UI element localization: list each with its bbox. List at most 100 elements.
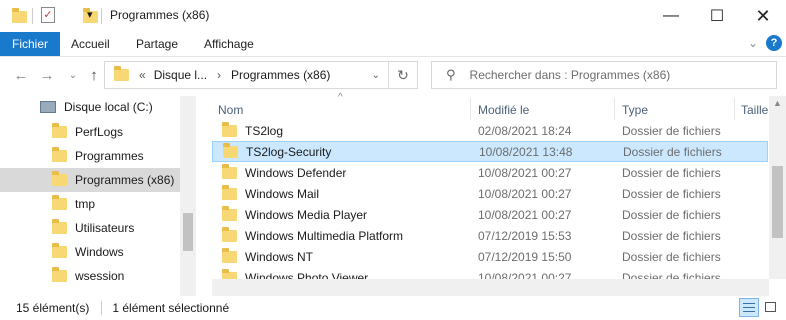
folder-icon: [114, 66, 129, 81]
file-type: Dossier de fichiers: [622, 270, 721, 280]
help-icon[interactable]: ?: [766, 35, 782, 51]
tree-item-tmp[interactable]: tmp: [0, 192, 180, 216]
tree-item-windows[interactable]: Windows: [0, 240, 180, 264]
tree-item-label: Programmes (x86): [75, 173, 175, 187]
folder-icon: [222, 226, 237, 242]
tree-item-programmes[interactable]: Programmes: [0, 144, 180, 168]
tree-scrollbar-thumb[interactable]: [183, 213, 193, 251]
column-separator[interactable]: [734, 98, 735, 120]
search-icon: ⚲: [446, 67, 456, 82]
drive-icon: [40, 101, 56, 113]
file-modified: 10/08/2021 13:48: [479, 144, 573, 159]
file-row[interactable]: TS2log 02/08/2021 18:24 Dossier de fichi…: [212, 120, 768, 141]
folder-icon: [222, 247, 237, 263]
file-modified: 07/12/2019 15:53: [478, 228, 572, 243]
tree-root-disk[interactable]: Disque local (C:): [40, 100, 153, 114]
column-header-name[interactable]: Nom: [218, 100, 243, 120]
divider: [32, 8, 33, 24]
folder-icon: [222, 268, 237, 279]
folder-icon: [223, 142, 238, 158]
folder-icon: [222, 121, 237, 137]
close-button[interactable]: ✕: [740, 0, 786, 32]
maximize-button[interactable]: ☐: [694, 0, 740, 32]
file-name: Windows Photo Viewer: [245, 270, 369, 280]
properties-icon[interactable]: ✓: [41, 7, 55, 23]
file-modified: 10/08/2021 00:27: [478, 186, 572, 201]
search-input[interactable]: ⚲ Rechercher dans : Programmes (x86): [431, 61, 777, 89]
recent-locations-icon[interactable]: ⌄: [62, 64, 84, 86]
forward-arrow-icon[interactable]: →: [36, 64, 58, 86]
file-list-scrollbar[interactable]: ▲: [769, 96, 786, 279]
file-list-scrollbar-thumb[interactable]: [772, 166, 783, 238]
file-row[interactable]: Windows Multimedia Platform 07/12/2019 1…: [212, 225, 768, 246]
tab-home[interactable]: Accueil: [59, 32, 122, 56]
back-arrow-icon[interactable]: ←: [10, 64, 32, 86]
column-header-size[interactable]: Taille: [741, 100, 768, 120]
tree-item-programmes-x86[interactable]: Programmes (x86): [0, 168, 180, 192]
up-arrow-icon[interactable]: ↑: [83, 64, 105, 86]
selection-count: 1 élément sélectionné: [112, 301, 230, 315]
file-row[interactable]: Windows NT 07/12/2019 15:50 Dossier de f…: [212, 246, 768, 267]
file-row[interactable]: Windows Defender 10/08/2021 00:27 Dossie…: [212, 162, 768, 183]
large-icons-view-icon[interactable]: [763, 300, 779, 315]
file-name: Windows Multimedia Platform: [245, 228, 404, 243]
file-modified: 02/08/2021 18:24: [478, 123, 572, 138]
minimize-button[interactable]: —: [648, 0, 694, 32]
breadcrumb-current[interactable]: Programmes (x86): [231, 68, 330, 82]
search-placeholder: Rechercher dans : Programmes (x86): [469, 68, 671, 82]
tab-view[interactable]: Affichage: [192, 32, 266, 56]
file-name: Windows Mail: [245, 186, 320, 201]
folder-icon: [52, 243, 67, 258]
tree-item-perflogs[interactable]: PerfLogs: [0, 120, 180, 144]
tab-file[interactable]: Fichier: [0, 32, 61, 56]
expand-ribbon-icon[interactable]: ⌄: [748, 36, 758, 50]
file-type: Dossier de fichiers: [623, 144, 722, 159]
tree-item-label: Programmes: [75, 149, 144, 163]
tree-root-label: Disque local (C:): [64, 100, 153, 114]
folder-icon: [12, 8, 27, 23]
folder-icon: [222, 163, 237, 179]
file-name: Windows Defender: [245, 165, 347, 180]
item-count: 15 élément(s): [16, 301, 90, 315]
file-modified: 10/08/2021 00:27: [478, 165, 572, 180]
column-separator[interactable]: [614, 98, 615, 120]
horizontal-scrollbar[interactable]: [212, 279, 769, 296]
file-modified: 10/08/2021 00:27: [478, 207, 572, 222]
file-type: Dossier de fichiers: [622, 165, 721, 180]
file-row-selected[interactable]: TS2log-Security 10/08/2021 13:48 Dossier…: [212, 141, 768, 162]
sort-ascending-icon: ^: [338, 92, 343, 103]
file-row[interactable]: Windows Photo Viewer 10/08/2021 00:27 Do…: [212, 267, 768, 279]
tree-scrollbar[interactable]: [180, 96, 196, 296]
refresh-icon[interactable]: ↻: [389, 67, 417, 84]
breadcrumb-disk[interactable]: Disque l...: [154, 68, 207, 82]
divider: [101, 301, 103, 315]
column-separator[interactable]: [470, 98, 471, 120]
tab-share[interactable]: Partage: [124, 32, 190, 56]
folder-icon: [222, 184, 237, 200]
column-header-type[interactable]: Type: [622, 100, 648, 120]
details-view-icon[interactable]: [739, 298, 759, 317]
file-row[interactable]: Windows Media Player 10/08/2021 00:27 Do…: [212, 204, 768, 225]
chevron-right-icon[interactable]: ›: [217, 68, 221, 82]
divider: [101, 8, 102, 24]
column-header-modified[interactable]: Modifié le: [478, 100, 529, 120]
tree-item-label: wsession: [75, 269, 125, 283]
file-type: Dossier de fichiers: [622, 186, 721, 201]
address-dropdown-icon[interactable]: ⌄: [372, 70, 380, 81]
tree-item-label: PerfLogs: [75, 125, 124, 139]
address-bar[interactable]: « Disque l... › Programmes (x86) ⌄ ↻: [104, 61, 418, 89]
breadcrumb-overflow[interactable]: «: [139, 68, 146, 82]
tree-item-label: tmp: [75, 197, 96, 211]
file-row[interactable]: Windows Mail 10/08/2021 00:27 Dossier de…: [212, 183, 768, 204]
folder-icon: [52, 267, 67, 282]
folder-icon: [52, 171, 67, 186]
scroll-up-icon[interactable]: ▲: [769, 96, 786, 110]
tree-item-utilisateurs[interactable]: Utilisateurs: [0, 216, 180, 240]
tree-item-label: Utilisateurs: [75, 221, 135, 235]
window-title: Programmes (x86): [110, 8, 210, 22]
file-modified: 07/12/2019 15:50: [478, 249, 572, 264]
quick-access-dropdown-icon[interactable]: ▾: [87, 8, 93, 21]
file-modified: 10/08/2021 00:27: [478, 270, 572, 280]
folder-icon: [52, 123, 67, 138]
tree-item-wsession[interactable]: wsession: [0, 264, 180, 288]
